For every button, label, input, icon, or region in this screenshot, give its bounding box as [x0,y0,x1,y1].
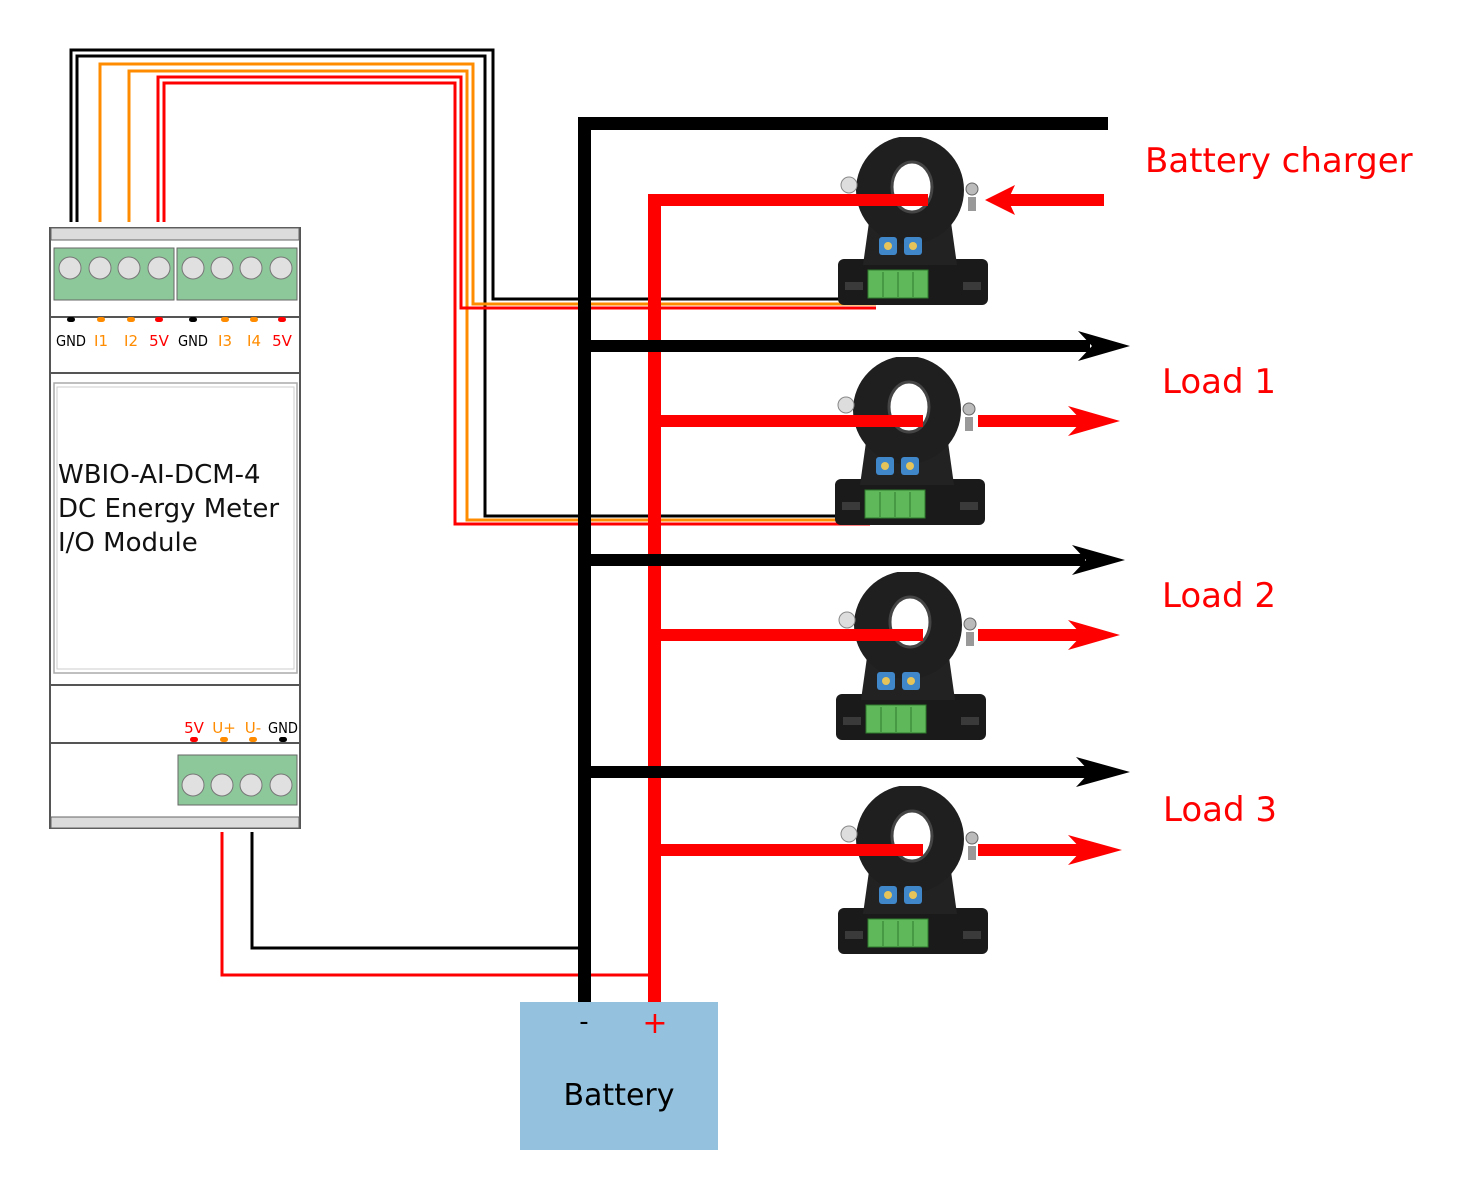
terminal-label: I1 [94,332,108,350]
terminal-label: 5V [184,719,205,737]
module-title-line3: I/O Module [58,528,198,558]
negative-bus [578,118,591,1004]
terminal-marker [249,737,257,742]
terminal-label: 5V [272,332,293,350]
label-load2: Load 2 [1162,576,1276,616]
terminal-screw [239,256,263,280]
label-load1: Load 1 [1162,362,1276,402]
label-battery-charger: Battery charger [1145,141,1413,181]
battery-plus: + [642,1006,667,1041]
terminal-label: GND [268,719,298,737]
terminal-label: U+ [212,719,236,737]
terminal-screw [269,256,293,280]
terminal-marker [127,317,135,322]
terminal-screw [269,773,293,797]
load2-negative-arrow [590,545,1125,575]
terminal-label: I3 [218,332,232,350]
terminal-marker [97,317,105,322]
battery: - + Battery [520,1002,718,1150]
positive-bus [648,194,661,1004]
terminal-screw [181,773,205,797]
terminal-screw [210,773,234,797]
terminal-marker [221,317,229,322]
terminal-screw [58,256,82,280]
module-title-line2: DC Energy Meter [58,494,279,524]
terminal-marker [279,737,287,742]
battery-minus: - [579,1007,588,1037]
charger-negative-line [578,117,1108,130]
load1-negative-arrow [590,331,1130,361]
terminal-marker [67,317,75,322]
terminal-marker [220,737,228,742]
energy-meter-module: GND I1 I2 5V GND I3 I4 5V WBIO-AI-DCM-4 DC Ener… [49,227,301,829]
terminal-marker [155,317,163,322]
battery-label: Battery [563,1078,674,1113]
terminal-marker [250,317,258,322]
terminal-marker [278,317,286,322]
terminal-label: GND [178,332,208,350]
current-sensor-load1 [835,356,985,525]
terminal-label: U- [245,719,261,737]
load3-negative-arrow [590,757,1130,787]
wiring-diagram: Battery charger Load 1 Load 2 Load 3 - +… [0,0,1462,1199]
label-load3: Load 3 [1163,790,1277,830]
terminal-marker [190,737,198,742]
module-title-line1: WBIO-AI-DCM-4 [58,460,261,490]
terminal-label: GND [56,332,86,350]
terminal-screw [239,773,263,797]
terminal-screw [210,256,234,280]
terminal-label: 5V [149,332,170,350]
current-sensor-load3 [838,785,988,954]
current-sensor-charger [838,136,988,305]
terminal-screw [117,256,141,280]
terminal-marker [189,317,197,322]
terminal-screw [147,256,171,280]
terminal-label: I4 [247,332,261,350]
current-sensor-load2 [836,571,986,740]
wire-voltage-minus [250,832,584,950]
terminal-screw [181,256,205,280]
terminal-label: I2 [124,332,138,350]
power-bus [578,117,1130,1004]
terminal-screw [88,256,112,280]
